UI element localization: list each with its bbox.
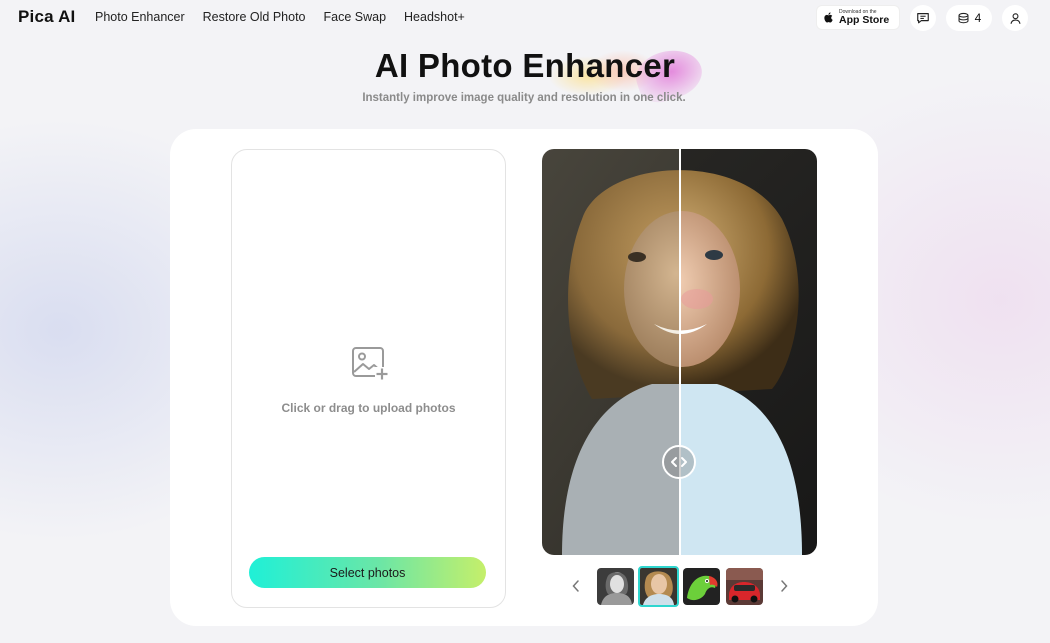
message-icon <box>917 13 929 24</box>
nav-link-restore-old-photo[interactable]: Restore Old Photo <box>203 10 306 24</box>
top-navbar: Pica AI Photo Enhancer Restore Old Photo… <box>0 0 1050 36</box>
logo[interactable]: Pica AI <box>18 7 75 27</box>
thumbnail-parrot[interactable] <box>683 568 720 605</box>
nav-link-photo-enhancer[interactable]: Photo Enhancer <box>95 10 185 24</box>
account-button[interactable] <box>1002 5 1028 31</box>
compare-slider-handle[interactable] <box>662 445 696 479</box>
page-subtitle: Instantly improve image quality and reso… <box>362 92 686 104</box>
user-icon <box>1010 12 1020 24</box>
message-button[interactable] <box>910 5 936 31</box>
preview-before-image <box>542 149 680 555</box>
next-thumbnail-button[interactable] <box>777 578 791 594</box>
preview-after <box>680 149 817 555</box>
nav-links: Photo Enhancer Restore Old Photo Face Sw… <box>95 10 465 24</box>
coins-stack-icon <box>958 12 969 23</box>
app-store-label: App Store <box>839 13 890 26</box>
compare-slider-handle-icon <box>671 457 687 467</box>
chevron-right-icon <box>781 580 788 592</box>
credits-button[interactable]: 4 <box>946 5 992 31</box>
credits-count: 4 <box>974 11 982 25</box>
prev-thumbnail-button[interactable] <box>569 578 583 594</box>
thumbnail-woman-smiling[interactable] <box>638 566 679 607</box>
chevron-left-icon <box>572 580 579 592</box>
nav-link-face-swap[interactable]: Face Swap <box>324 10 387 24</box>
thumbnail-woman-bw[interactable] <box>597 568 634 605</box>
compare-divider[interactable] <box>679 149 681 555</box>
upload-hint: Click or drag to upload photos <box>281 401 456 415</box>
page-title: AI Photo Enhancer <box>374 47 676 84</box>
select-photos-button[interactable]: Select photos <box>249 557 486 588</box>
nav-link-headshot[interactable]: Headshot+ <box>404 10 465 24</box>
thumbnail-red-car[interactable] <box>726 568 763 605</box>
app-store-button[interactable]: Download on the App Store <box>817 6 899 29</box>
preview-after-image <box>680 149 817 555</box>
apple-icon <box>824 12 833 23</box>
preview-before <box>542 149 680 555</box>
image-add-icon <box>352 347 389 381</box>
